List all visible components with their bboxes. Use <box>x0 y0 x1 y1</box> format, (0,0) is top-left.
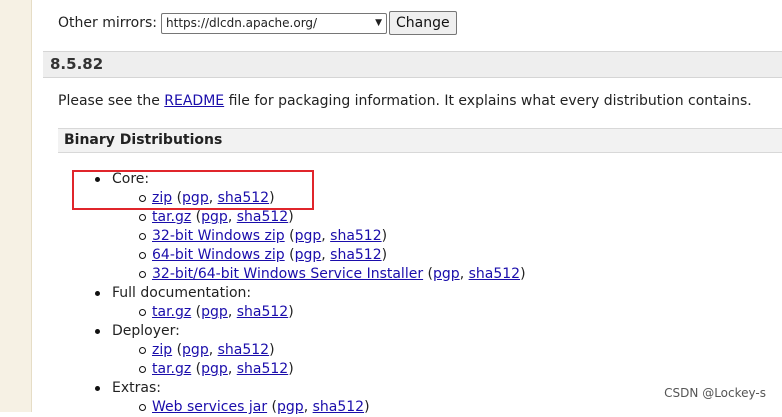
sha512-link[interactable]: sha512 <box>313 399 364 415</box>
download-item: tar.gz (pgp, sha512) <box>139 303 772 322</box>
chevron-down-icon: ▼ <box>375 18 383 28</box>
pgp-link[interactable]: pgp <box>201 304 228 320</box>
version-header: 8.5.82 <box>43 51 782 78</box>
distribution-group: Full documentation: tar.gz (pgp, sha512) <box>92 284 772 322</box>
distribution-group-label: Extras: <box>112 380 161 396</box>
mirror-label: Other mirrors: <box>58 15 158 31</box>
mirror-selector-row: Other mirrors: https://dlcdn.apache.org/… <box>58 11 457 35</box>
pgp-link[interactable]: pgp <box>277 399 304 415</box>
download-item: tar.gz (pgp, sha512) <box>139 360 772 379</box>
pgp-link[interactable]: pgp <box>433 266 460 282</box>
pgp-link[interactable]: pgp <box>201 361 228 377</box>
sha512-link[interactable]: sha512 <box>237 304 288 320</box>
download-link[interactable]: tar.gz <box>152 304 191 320</box>
download-item: zip (pgp, sha512) <box>139 341 772 360</box>
mirror-select[interactable]: https://dlcdn.apache.org/ ▼ <box>161 12 388 34</box>
sha512-link[interactable]: sha512 <box>237 361 288 377</box>
mirror-select-value: https://dlcdn.apache.org/ <box>166 16 318 30</box>
watermark: CSDN @Lockey-s <box>664 386 766 400</box>
readme-text-after: file for packaging information. It expla… <box>224 93 752 109</box>
download-item: tar.gz (pgp, sha512) <box>139 208 772 227</box>
download-link[interactable]: zip <box>152 342 172 358</box>
distribution-group: Deployer: zip (pgp, sha512) tar.gz (pgp, s… <box>92 322 772 379</box>
pgp-link[interactable]: pgp <box>295 228 322 244</box>
download-link[interactable]: 64-bit Windows zip <box>152 247 285 263</box>
download-item: 32-bit/64-bit Windows Service Installer … <box>139 265 772 284</box>
left-margin-strip <box>0 0 32 412</box>
download-item: 32-bit Windows zip (pgp, sha512) <box>139 227 772 246</box>
readme-paragraph: Please see the README file for packaging… <box>58 93 752 109</box>
download-item: 64-bit Windows zip (pgp, sha512) <box>139 246 772 265</box>
pgp-link[interactable]: pgp <box>182 342 209 358</box>
download-link[interactable]: tar.gz <box>152 209 191 225</box>
sha512-link[interactable]: sha512 <box>237 209 288 225</box>
download-link[interactable]: Web services jar <box>152 399 267 415</box>
sha512-link[interactable]: sha512 <box>218 342 269 358</box>
readme-text-before: Please see the <box>58 93 165 109</box>
pgp-link[interactable]: pgp <box>295 247 322 263</box>
change-button[interactable]: Change <box>389 11 457 35</box>
binary-distributions-title: Binary Distributions <box>64 132 223 148</box>
readme-link[interactable]: README <box>164 93 224 109</box>
download-link[interactable]: 32-bit Windows zip <box>152 228 285 244</box>
distribution-group-label: Deployer: <box>112 323 180 339</box>
version-title: 8.5.82 <box>50 55 104 73</box>
highlight-annotation-box <box>72 170 314 210</box>
sha512-link[interactable]: sha512 <box>469 266 520 282</box>
download-link[interactable]: tar.gz <box>152 361 191 377</box>
pgp-link[interactable]: pgp <box>201 209 228 225</box>
sha512-link[interactable]: sha512 <box>330 247 381 263</box>
download-item: Web services jar (pgp, sha512) <box>139 398 772 417</box>
binary-distributions-header: Binary Distributions <box>58 128 782 153</box>
download-link[interactable]: 32-bit/64-bit Windows Service Installer <box>152 266 423 282</box>
distribution-group-label: Full documentation: <box>112 285 252 301</box>
sha512-link[interactable]: sha512 <box>330 228 381 244</box>
